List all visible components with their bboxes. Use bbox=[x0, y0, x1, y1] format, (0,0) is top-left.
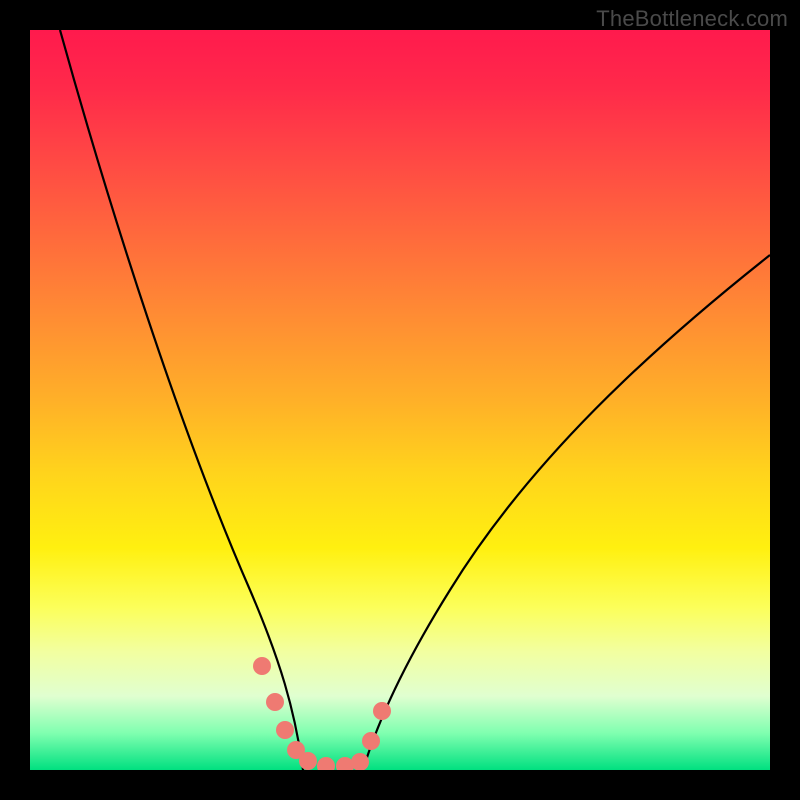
right-curve bbox=[363, 255, 770, 770]
dot bbox=[253, 657, 271, 675]
dot bbox=[351, 753, 369, 770]
dot bbox=[299, 752, 317, 770]
watermark-text: TheBottleneck.com bbox=[596, 6, 788, 32]
dot bbox=[266, 693, 284, 711]
dot bbox=[317, 757, 335, 770]
dot bbox=[276, 721, 294, 739]
curves-svg bbox=[30, 30, 770, 770]
dot bbox=[373, 702, 391, 720]
dot bbox=[362, 732, 380, 750]
plot-area bbox=[30, 30, 770, 770]
chart-frame: TheBottleneck.com bbox=[0, 0, 800, 800]
highlight-dot-group bbox=[253, 657, 391, 770]
